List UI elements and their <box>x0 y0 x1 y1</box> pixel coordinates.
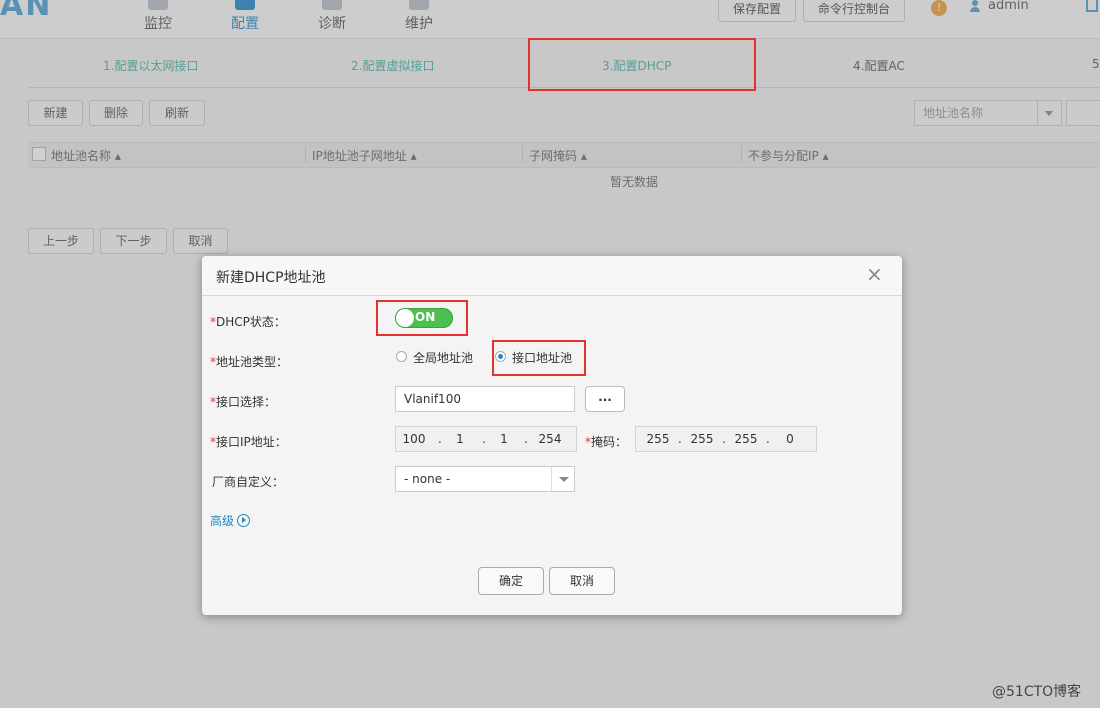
highlight-box <box>376 300 468 336</box>
mask-octet[interactable]: 0 <box>774 432 806 446</box>
mask-label-text: 掩码： <box>591 435 628 449</box>
ip-octet[interactable]: 1 <box>488 432 520 446</box>
ok-button[interactable]: 确定 <box>478 567 544 595</box>
mask-dot: . <box>722 432 726 446</box>
vendor-select[interactable]: - none - <box>395 466 575 492</box>
ip-octet[interactable]: 254 <box>534 432 566 446</box>
new-dhcp-pool-dialog: 新建DHCP地址池 × *DHCP状态： ON *地址池类型： 全局地址池 接口… <box>202 256 902 615</box>
highlight-box <box>492 340 586 376</box>
browse-interface-button[interactable]: ... <box>585 386 625 412</box>
global-pool-radio[interactable] <box>396 351 407 362</box>
interface-select-label-text: 接口选择： <box>216 395 277 409</box>
mask-octet[interactable]: 255 <box>686 432 718 446</box>
ip-dot: . <box>482 432 486 446</box>
ip-dot: . <box>438 432 442 446</box>
interface-ip-field[interactable]: 100 . 1 . 1 . 254 <box>395 426 577 452</box>
interface-ip-label: *接口IP地址： <box>210 435 287 449</box>
vendor-custom-label: 厂商自定义： <box>212 475 285 489</box>
pool-type-label: *地址池类型： <box>210 355 289 369</box>
interface-ip-label-text: 接口IP地址： <box>216 435 287 449</box>
vendor-select-value: - none - <box>404 472 451 486</box>
advanced-link[interactable]: 高级 <box>210 512 251 529</box>
dialog-title: 新建DHCP地址池 <box>216 270 326 286</box>
cancel-button[interactable]: 取消 <box>549 567 615 595</box>
ip-octet[interactable]: 1 <box>444 432 476 446</box>
mask-dot: . <box>766 432 770 446</box>
advanced-link-label: 高级 <box>210 514 235 528</box>
pool-type-label-text: 地址池类型： <box>216 355 289 369</box>
mask-label: *掩码： <box>585 435 628 449</box>
expand-arrow-icon <box>237 514 251 527</box>
mask-octet[interactable]: 255 <box>730 432 762 446</box>
global-pool-label[interactable]: 全局地址池 <box>413 349 473 366</box>
close-icon[interactable]: × <box>866 263 883 285</box>
watermark: @51CTO博客 <box>992 684 1082 700</box>
mask-field[interactable]: 255 . 255 . 255 . 0 <box>635 426 817 452</box>
dhcp-status-label: *DHCP状态： <box>210 315 286 329</box>
dialog-header: 新建DHCP地址池 × <box>202 256 902 296</box>
interface-input[interactable]: Vlanif100 <box>395 386 575 412</box>
ip-dot: . <box>524 432 528 446</box>
ip-octet[interactable]: 100 <box>398 432 430 446</box>
highlight-box <box>528 38 756 91</box>
mask-octet[interactable]: 255 <box>642 432 674 446</box>
chevron-down-icon[interactable] <box>551 467 576 491</box>
interface-select-label: *接口选择： <box>210 395 277 409</box>
mask-dot: . <box>678 432 682 446</box>
dhcp-status-label-text: DHCP状态： <box>216 315 286 329</box>
